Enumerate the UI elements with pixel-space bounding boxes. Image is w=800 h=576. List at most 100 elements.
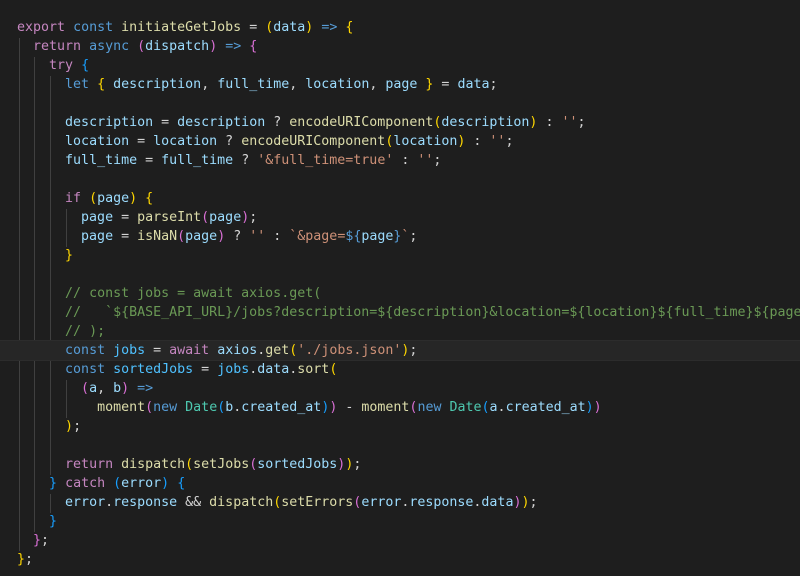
code-token: jobs [217, 362, 250, 377]
code-token: location [393, 134, 458, 149]
code-token: . [105, 495, 114, 510]
code-token: } [65, 248, 74, 263]
code-token: } [17, 552, 26, 567]
code-line[interactable]: full_time = full_time ? '&full_time=true… [17, 151, 441, 170]
code-line[interactable]: } [17, 246, 73, 265]
code-line[interactable]: page = parseInt(page); [17, 208, 257, 227]
code-line[interactable]: page = isNaN(page) ? '' : `&page=${page}… [17, 227, 417, 246]
code-token: a [89, 381, 98, 396]
code-line[interactable]: // const jobs = await axios.get( [17, 284, 321, 303]
code-token: jobs [113, 343, 146, 358]
code-token: ? [225, 229, 250, 244]
code-token: page [97, 191, 130, 206]
code-line[interactable]: }; [17, 531, 49, 550]
code-line[interactable]: ); [17, 417, 81, 436]
code-line[interactable]: let { description, full_time, location, … [17, 75, 497, 94]
code-line[interactable]: return dispatch(setJobs(sortedJobs)); [17, 455, 361, 474]
code-token: export [17, 20, 66, 35]
code-token: ) [121, 381, 130, 396]
code-token: ( [185, 457, 194, 472]
code-token: = [153, 115, 178, 130]
code-token: page [385, 77, 418, 92]
code-editor[interactable]: export const initiateGetJobs = (data) =>… [0, 0, 800, 576]
code-token: = [193, 362, 218, 377]
code-token: let [65, 77, 90, 92]
code-token: error [121, 476, 162, 491]
code-token: ) [129, 191, 138, 206]
code-line[interactable]: } catch (error) { [17, 474, 185, 493]
code-token: ; [409, 343, 418, 358]
code-token: : [265, 229, 290, 244]
code-line[interactable]: } [17, 512, 57, 531]
code-token: { [97, 77, 106, 92]
code-token: moment [97, 400, 146, 415]
code-line[interactable]: // ); [17, 322, 105, 341]
code-token: ) [65, 419, 74, 434]
code-token: - [337, 400, 362, 415]
code-token: full_time [161, 153, 234, 168]
code-token: const [65, 343, 106, 358]
code-line[interactable]: const jobs = await axios.get('./jobs.jso… [0, 340, 800, 361]
code-token: } [49, 514, 58, 529]
code-line[interactable]: export const initiateGetJobs = (data) =>… [17, 18, 353, 37]
code-line[interactable]: (a, b) => [17, 379, 153, 398]
code-token: return [33, 39, 82, 54]
code-token: dispatch [209, 495, 274, 510]
code-token: '' [561, 115, 578, 130]
code-token: ( [113, 476, 122, 491]
code-token: , [369, 77, 386, 92]
code-line[interactable]: error.response && dispatch(setErrors(err… [17, 493, 537, 512]
code-token: = [241, 20, 266, 35]
code-line[interactable]: try { [17, 56, 89, 75]
code-token: : [465, 134, 490, 149]
code-line[interactable]: moment(new Date(b.created_at)) - moment(… [17, 398, 602, 417]
code-token: new [153, 400, 178, 415]
code-line[interactable]: const sortedJobs = jobs.data.sort( [17, 360, 337, 379]
code-token: } [49, 476, 58, 491]
code-line[interactable]: return async (dispatch) => { [17, 37, 257, 56]
code-token: page [361, 229, 394, 244]
code-token: : [537, 115, 562, 130]
code-line[interactable]: location = location ? encodeURIComponent… [17, 132, 513, 151]
code-token: page [81, 229, 114, 244]
code-line[interactable]: if (page) { [17, 189, 153, 208]
code-token: '' [417, 153, 434, 168]
code-token: , [201, 77, 218, 92]
code-token: ? [265, 115, 290, 130]
code-token: { [145, 191, 154, 206]
code-token: => [137, 381, 154, 396]
code-token: created_at [505, 400, 586, 415]
code-line[interactable]: // `${BASE_API_URL}/jobs?description=${d… [17, 303, 800, 322]
code-token: axios [217, 343, 258, 358]
code-token: // `${BASE_API_URL}/jobs?description=${d… [65, 305, 800, 320]
code-line[interactable]: description = description ? encodeURICom… [17, 113, 585, 132]
code-token: , [289, 77, 306, 92]
code-token: '' [249, 229, 266, 244]
code-token: { [81, 58, 90, 73]
code-token: ( [89, 191, 98, 206]
code-line[interactable]: }; [17, 550, 33, 569]
code-token: data [273, 20, 306, 35]
code-token: { [249, 39, 258, 54]
code-token: isNaN [137, 229, 178, 244]
code-token: = [129, 134, 154, 149]
code-token: error [65, 495, 106, 510]
code-token: setErrors [281, 495, 354, 510]
